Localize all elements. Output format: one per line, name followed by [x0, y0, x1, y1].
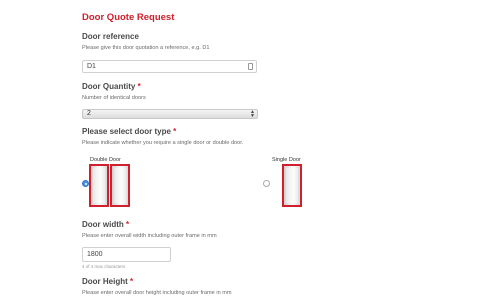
required-mark: * [126, 220, 130, 229]
required-mark: * [137, 82, 141, 91]
double-door-caption: Double Door [90, 157, 121, 163]
required-mark: * [173, 127, 177, 136]
spinner-arrows-icon[interactable]: ▲ ▼ [250, 110, 255, 119]
door-width-value: 1800 [87, 251, 103, 258]
single-door-radio[interactable] [263, 180, 270, 187]
double-door-left-leaf[interactable] [89, 164, 109, 207]
door-width-hint: Please enter overall width including out… [82, 233, 217, 239]
door-width-counter: 4 of 4 max characters [82, 264, 126, 269]
double-door-right-leaf[interactable] [110, 164, 130, 207]
door-height-hint: Please enter overall door height includi… [82, 290, 232, 296]
single-door-caption: Single Door [272, 157, 301, 163]
door-quantity-hint: Number of identical doors [82, 95, 146, 101]
door-type-label: Please select door type * [82, 127, 176, 136]
door-reference-input[interactable]: D1 [82, 60, 257, 73]
contact-card-icon[interactable] [248, 63, 253, 70]
door-quantity-value: 2 [87, 110, 91, 117]
required-mark: * [130, 277, 134, 286]
single-door-leaf[interactable] [282, 164, 302, 207]
door-quantity-select[interactable]: 2 ▲ ▼ [82, 109, 258, 119]
form-title: Door Quote Request [82, 12, 175, 23]
double-door-radio[interactable] [82, 180, 89, 187]
door-height-label: Door Height * [82, 277, 133, 286]
door-reference-label: Door reference [82, 32, 139, 41]
door-type-hint: Please indicate whether you require a si… [82, 140, 244, 146]
door-quantity-label-text: Door Quantity [82, 82, 136, 91]
door-width-label-text: Door width [82, 220, 124, 229]
door-width-label: Door width * [82, 220, 129, 229]
door-reference-hint: Please give this door quotation a refere… [82, 45, 210, 51]
door-reference-value: D1 [87, 63, 96, 70]
door-width-input[interactable]: 1800 [82, 247, 171, 262]
door-height-label-text: Door Height [82, 277, 128, 286]
door-type-label-text: Please select door type [82, 127, 171, 136]
door-quantity-label: Door Quantity * [82, 82, 141, 91]
